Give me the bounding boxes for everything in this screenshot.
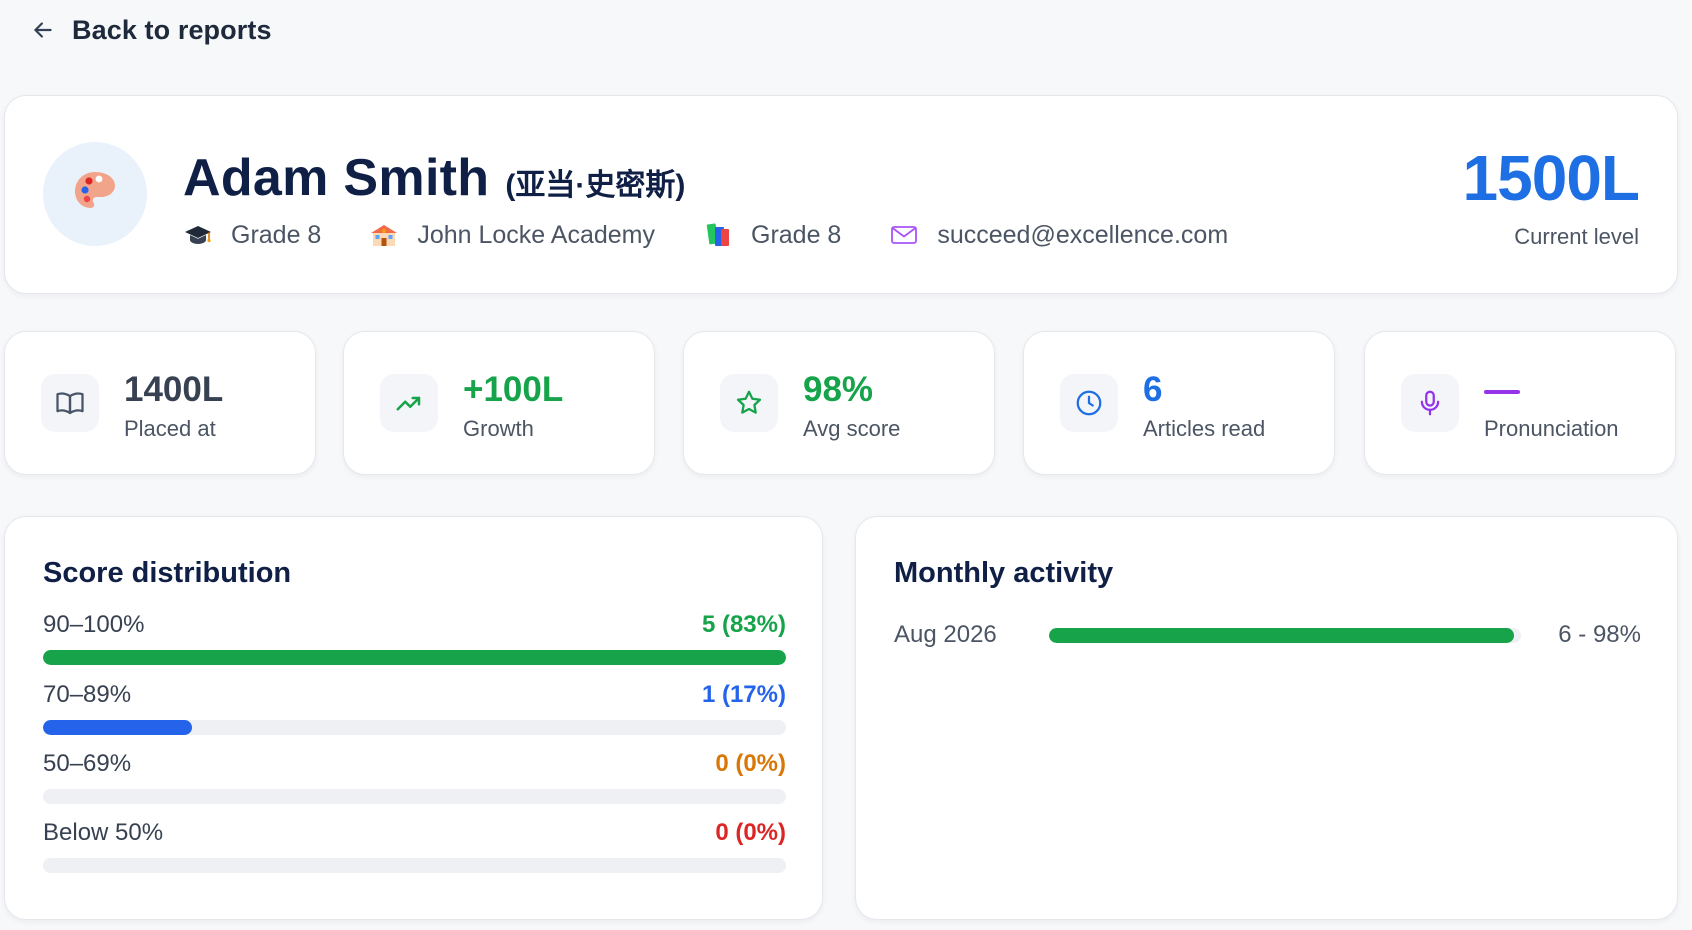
monthly-activity-panel: Monthly activity Aug 2026 6 - 98%: [855, 516, 1678, 920]
student-meta-row: Grade 8 John Locke Academy Grade 8 succe…: [183, 220, 1276, 250]
student-name-row: Adam Smith (亚当·史密斯): [183, 148, 685, 208]
distribution-range: 70–89%: [43, 681, 132, 708]
stat-value: 6: [1143, 370, 1163, 409]
distribution-track: [43, 720, 786, 735]
stat-card-articles-read: 6 Articles read: [1023, 331, 1335, 475]
school-icon: [369, 220, 399, 250]
microphone-icon: [1401, 374, 1459, 432]
distribution-fill: [43, 650, 786, 665]
distribution-row: 90–100% 5 (83%): [43, 610, 786, 665]
meta-class-text: Grade 8: [751, 220, 842, 249]
meta-grade-text: Grade 8: [231, 220, 322, 249]
stat-value-empty-dash: [1484, 390, 1520, 394]
stat-card-avg-score: 98% Avg score: [683, 331, 995, 475]
distribution-count: 0 (0%): [715, 750, 786, 777]
activity-fill: [1049, 627, 1514, 643]
meta-school: John Locke Academy: [369, 220, 655, 250]
distribution-row: 50–69% 0 (0%): [43, 749, 786, 804]
meta-school-text: John Locke Academy: [417, 220, 655, 249]
stat-label: Pronunciation: [1484, 416, 1619, 441]
monthly-activity-title: Monthly activity: [894, 557, 1114, 589]
student-report-page: Back to reports Adam Smith (亚当·史密斯) Grad…: [0, 0, 1692, 930]
distribution-range: 50–69%: [43, 750, 132, 777]
student-alt-name: (亚当·史密斯): [505, 169, 686, 202]
activity-track: [1049, 627, 1521, 643]
avatar: [43, 142, 147, 246]
books-icon: [703, 220, 733, 250]
score-distribution-panel: Score distribution 90–100% 5 (83%) 70–89…: [4, 516, 823, 920]
activity-month: Aug 2026: [894, 621, 997, 648]
distribution-range: 90–100%: [43, 611, 145, 638]
meta-grade: Grade 8: [183, 220, 321, 250]
trending-up-icon: [380, 374, 438, 432]
meta-class: Grade 8: [703, 220, 841, 250]
current-level: 1500L Current level: [1462, 142, 1640, 250]
current-level-caption: Current level: [1514, 224, 1639, 249]
distribution-track: [43, 789, 786, 804]
distribution-track: [43, 858, 786, 873]
stat-card-growth: +100L Growth: [343, 331, 655, 475]
back-to-reports-link[interactable]: Back to reports: [30, 10, 272, 50]
stat-label: Growth: [463, 416, 534, 441]
stat-card-placed-at: 1400L Placed at: [4, 331, 316, 475]
distribution-count: 0 (0%): [715, 819, 786, 846]
current-level-value: 1500L: [1462, 142, 1640, 214]
distribution-count: 1 (17%): [701, 681, 786, 708]
student-name: Adam Smith: [183, 149, 490, 207]
student-profile-card: Adam Smith (亚当·史密斯) Grade 8 John Locke A…: [4, 95, 1678, 294]
meta-email[interactable]: succeed@excellence.com: [889, 220, 1228, 250]
palette-icon: [71, 168, 119, 221]
distribution-range: Below 50%: [43, 819, 164, 846]
meta-email-text: succeed@excellence.com: [937, 220, 1229, 249]
distribution-fill: [43, 720, 192, 735]
activity-row: Aug 2026 6 - 98%: [894, 621, 1641, 649]
graduation-cap-icon: [183, 220, 213, 250]
distribution-row: Below 50% 0 (0%): [43, 818, 786, 873]
distribution-row: 70–89% 1 (17%): [43, 680, 786, 735]
distribution-track: [43, 650, 786, 665]
clock-icon: [1060, 374, 1118, 432]
activity-result: 6 - 98%: [1558, 621, 1641, 648]
stat-label: Avg score: [803, 416, 901, 441]
stat-label: Articles read: [1143, 416, 1266, 441]
arrow-left-icon: [30, 17, 56, 43]
back-link-label: Back to reports: [72, 14, 272, 45]
stat-label: Placed at: [124, 416, 216, 441]
stat-value: 1400L: [124, 370, 224, 409]
stat-value: +100L: [463, 370, 564, 409]
book-open-icon: [41, 374, 99, 432]
score-distribution-title: Score distribution: [43, 557, 292, 589]
stat-value: 98%: [803, 370, 874, 409]
envelope-icon: [889, 220, 919, 250]
stat-card-pronunciation: Pronunciation: [1364, 331, 1676, 475]
star-icon: [720, 374, 778, 432]
distribution-count: 5 (83%): [701, 611, 786, 638]
